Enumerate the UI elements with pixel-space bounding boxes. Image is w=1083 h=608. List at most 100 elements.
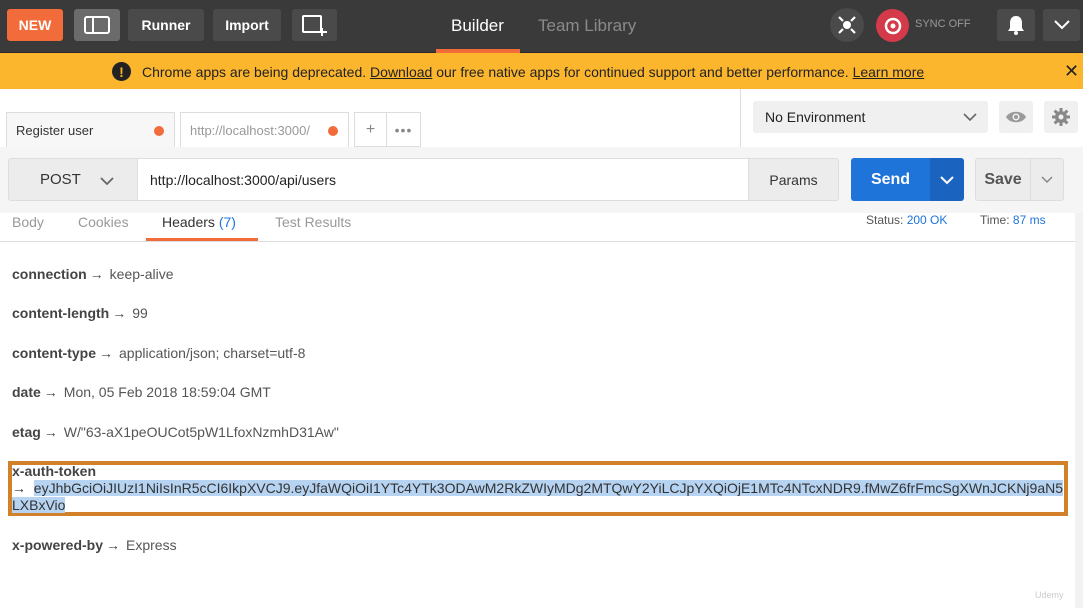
method-select[interactable]: POST [8, 158, 138, 201]
header-value: keep-alive [109, 266, 174, 282]
chevron-down-icon [963, 113, 977, 122]
params-button[interactable]: Params [748, 158, 839, 201]
headers-count-badge: (7) [218, 214, 236, 230]
header-value: Mon, 05 Feb 2018 18:59:04 GMT [63, 384, 271, 400]
environment-quick-look-button[interactable] [999, 101, 1033, 133]
response-tabs: Body Cookies Headers (7) Test Results St… [0, 213, 1075, 242]
environment-area: No Environment [740, 89, 1083, 147]
environment-selected-label: No Environment [765, 109, 866, 125]
header-key: x-powered-by [12, 537, 104, 553]
new-button[interactable]: NEW [7, 9, 63, 41]
header-value: 99 [132, 305, 148, 321]
arrow-right-icon: → [43, 384, 58, 400]
send-button[interactable]: Send [851, 158, 930, 201]
add-tab-button[interactable]: + [354, 112, 387, 147]
tab-body[interactable]: Body [12, 214, 44, 230]
chevron-down-icon [940, 175, 954, 184]
header-row-content-length: content-length → 99 [12, 305, 148, 321]
unsaved-dot-icon [328, 126, 338, 136]
environment-select[interactable]: No Environment [753, 101, 988, 133]
arrow-right-icon: → [12, 480, 34, 496]
header-value: application/json; charset=utf-8 [119, 345, 306, 361]
request-tab-register-user[interactable]: Register user [6, 112, 175, 147]
manage-environments-button[interactable] [1044, 101, 1078, 133]
download-link[interactable]: Download [370, 64, 432, 80]
save-button[interactable]: Save [975, 158, 1031, 201]
tab-headers-label: Headers [162, 214, 215, 230]
arrow-right-icon: → [99, 345, 113, 361]
arrow-right-icon: → [106, 537, 121, 553]
runner-button[interactable]: Runner [128, 9, 204, 41]
response-status: Status: 200 OK [866, 213, 947, 227]
header-row-etag: etag → W/"63-aX1peOUCot5pW1LfoxNzmhD31Aw" [12, 424, 339, 440]
request-tab-label: Register user [16, 122, 94, 138]
tab-test-results[interactable]: Test Results [275, 214, 351, 230]
bell-icon [1008, 16, 1024, 35]
learn-more-link[interactable]: Learn more [853, 64, 925, 80]
status-value[interactable]: 200 OK [907, 213, 948, 227]
response-time: Time: 87 ms [980, 213, 1046, 227]
scrollbar[interactable] [1075, 213, 1083, 608]
request-bar: POST http://localhost:3000/api/users Par… [0, 147, 1083, 213]
header-key: etag [12, 424, 41, 440]
unsaved-dot-icon [154, 126, 164, 136]
header-key: content-length [12, 305, 110, 321]
request-tab-localhost[interactable]: http://localhost:3000/ [180, 112, 349, 147]
header-key: x-auth-token [12, 463, 96, 479]
header-row-x-powered-by: x-powered-by → Express [12, 537, 177, 553]
gear-icon [1052, 108, 1070, 126]
sync-off-icon [884, 17, 901, 34]
chevron-down-icon [1041, 175, 1053, 183]
warning-icon: ! [112, 62, 131, 81]
ellipsis-icon: ••• [394, 121, 413, 138]
settings-menu-button[interactable] [1043, 9, 1080, 41]
active-tab-indicator [146, 238, 258, 241]
notifications-button[interactable] [997, 9, 1035, 41]
satellite-icon [838, 16, 856, 34]
chevron-down-icon [100, 177, 114, 186]
header-row-content-type: content-type → application/json; charset=u… [12, 345, 305, 361]
header-key: connection [12, 266, 87, 282]
request-tab-label: http://localhost:3000/ [190, 122, 310, 138]
header-row-date: date → Mon, 05 Feb 2018 18:59:04 GMT [12, 384, 271, 400]
arrow-right-icon: → [112, 305, 127, 321]
method-label: POST [40, 171, 81, 188]
header-key: content-type [12, 345, 96, 361]
save-options-button[interactable] [1030, 158, 1064, 201]
tab-team-library[interactable]: Team Library [538, 16, 636, 36]
new-window-icon [301, 15, 327, 36]
eye-icon [1006, 111, 1026, 123]
sync-status-icon[interactable] [876, 9, 909, 42]
time-value[interactable]: 87 ms [1013, 213, 1046, 227]
watermark-logo: Udemy [1035, 590, 1064, 600]
deprecation-banner: ! Chrome apps are being deprecated. Down… [0, 53, 1083, 89]
header-value: W/"63-aX1peOUCot5pW1LfoxNzmhD31Aw" [63, 424, 339, 440]
header-row-x-auth-token: → eyJhbGciOiJIUzI1NiIsInR5cCI6IkpXVCJ9.e… [12, 480, 1064, 514]
import-button[interactable]: Import [213, 9, 281, 41]
header-key: date [12, 384, 41, 400]
banner-text-middle: our free native apps for continued suppo… [432, 64, 853, 80]
send-options-button[interactable] [930, 158, 964, 201]
url-input[interactable]: http://localhost:3000/api/users [137, 158, 749, 201]
arrow-right-icon: → [43, 424, 58, 440]
request-tabs-bar: Register user http://localhost:3000/ + •… [0, 89, 740, 147]
time-label: Time: [980, 213, 1010, 227]
close-icon[interactable]: ✕ [1064, 61, 1079, 82]
new-window-button[interactable] [292, 9, 337, 41]
more-tabs-button[interactable]: ••• [387, 112, 421, 147]
tab-headers[interactable]: Headers (7) [162, 214, 236, 230]
header-value: Express [126, 537, 177, 553]
plus-icon: + [365, 120, 376, 138]
tab-cookies[interactable]: Cookies [78, 214, 129, 230]
tab-builder[interactable]: Builder [451, 16, 504, 36]
header-row-connection: connection → keep-alive [12, 266, 174, 282]
auth-token-value[interactable]: eyJhbGciOiJIUzI1NiIsInR5cCI6IkpXVCJ9.eyJ… [12, 480, 1064, 513]
chevron-down-icon [1053, 20, 1070, 30]
sync-status-label: SYNC OFF [915, 18, 971, 30]
sidebar-icon [84, 16, 110, 34]
status-label: Status: [866, 213, 904, 227]
banner-text-start: Chrome apps are being deprecated. [142, 64, 371, 80]
interceptor-button[interactable] [830, 8, 864, 42]
arrow-right-icon: → [89, 266, 104, 282]
toggle-sidebar-button[interactable] [74, 9, 120, 41]
